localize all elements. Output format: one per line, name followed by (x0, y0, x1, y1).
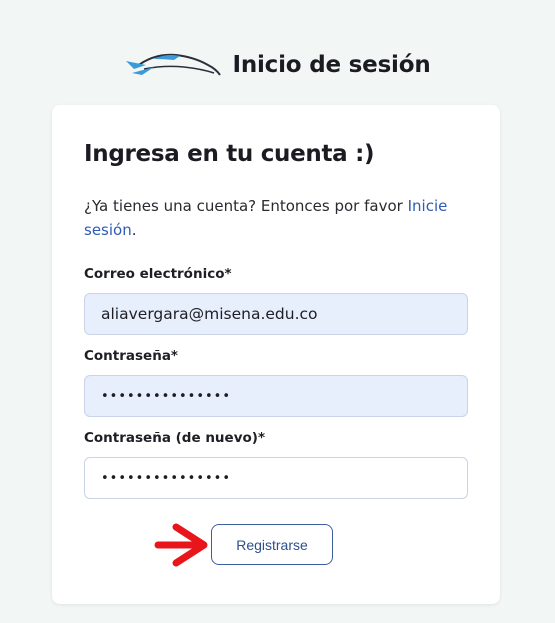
page-header: Inicio de sesión (0, 40, 555, 90)
page-title: Inicio de sesión (232, 52, 431, 78)
password-field[interactable]: ••••••••••••••• (84, 375, 468, 417)
password-label: Contraseña* (84, 348, 178, 364)
register-card: Ingresa en tu cuenta :) ¿Ya tienes una c… (52, 105, 500, 604)
intro-text: ¿Ya tienes una cuenta? Entonces por favo… (84, 194, 474, 242)
register-button[interactable]: Registrarse (211, 524, 333, 565)
intro-suffix: . (131, 221, 137, 239)
password-confirm-field[interactable]: ••••••••••••••• (84, 457, 468, 499)
card-title: Ingresa en tu cuenta :) (84, 141, 375, 167)
password-value: ••••••••••••••• (101, 388, 232, 404)
email-label: Correo electrónico* (84, 266, 232, 282)
email-value: aliavergara@misena.edu.co (101, 305, 318, 323)
intro-prefix: ¿Ya tienes una cuenta? Entonces por favo… (84, 197, 408, 215)
password-confirm-value: ••••••••••••••• (101, 470, 232, 486)
car-logo-icon (126, 53, 222, 76)
arrow-icon (154, 523, 208, 567)
email-field[interactable]: aliavergara@misena.edu.co (84, 293, 468, 335)
password-confirm-label: Contraseña (de nuevo)* (84, 430, 265, 446)
